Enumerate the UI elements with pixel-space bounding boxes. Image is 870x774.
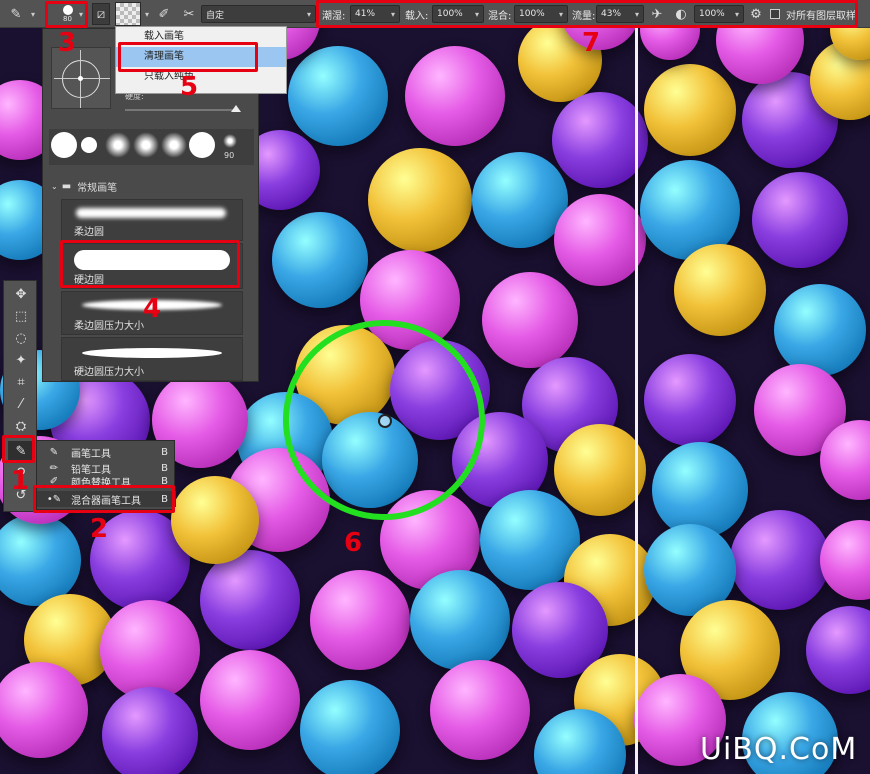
preset-tip-hard-small[interactable] [81,137,97,153]
marquee-tool-icon[interactable]: ⬚ [8,306,34,326]
candy-ball [100,600,200,700]
step-number-1: 1 [11,466,30,496]
brush-panel-toggle-icon[interactable]: ⧄ [92,3,110,25]
preset-size-label: 90 [224,151,235,160]
candy-ball [774,284,866,376]
eyedropper-tool-icon[interactable]: ⁄ [8,394,34,414]
shortcut-key: B [161,446,168,458]
brush-item-soft-round[interactable]: 柔边圆 [61,199,243,241]
preset-tip-90[interactable] [223,134,237,148]
folder-icon: ▬ [61,180,72,192]
highlight-brush-size [45,1,88,28]
mixer-brush-icon[interactable]: ✎ [4,3,28,25]
chevron-down-icon[interactable]: ▾ [31,3,35,25]
step-number-7: 7 [582,28,601,58]
candy-ball [644,64,736,156]
brush-item-hard-round-pressure[interactable]: 硬边圆压力大小 [61,337,243,381]
candy-ball [102,687,198,774]
preset-tip-hard-large[interactable] [51,132,77,158]
blend-preset-value: 自定 [206,10,225,21]
step-number-3: 3 [58,28,77,58]
candy-ball [300,680,400,774]
candy-ball [288,46,388,146]
candy-ball [554,194,646,286]
brush-icon: ✎ [49,446,59,458]
candy-ball [554,424,646,516]
candy-ball [806,606,870,694]
flyout-item-brush[interactable]: ✎ 画笔工具 B [37,444,176,460]
highlight-brush-tool [2,435,35,463]
move-tool-icon[interactable]: ✥ [8,284,34,304]
load-brush-after-stroke-icon[interactable]: ✐ [153,3,175,25]
candy-ball [652,442,748,538]
healing-tool-icon[interactable]: ⛭ [8,416,34,436]
candy-ball [368,148,472,252]
candy-ball [644,354,736,446]
hardness-slider-thumb[interactable] [231,105,241,112]
chevron-down-icon: ⌄ [51,181,58,191]
candy-ball [430,660,530,760]
flyout-item-pencil[interactable]: ✏ 铅笔工具 B [37,460,176,476]
candy-ball [272,212,368,308]
highlight-hard-round [60,240,240,288]
candy-ball [482,272,578,368]
flyout-item-label: 铅笔工具 [71,464,111,476]
candy-ball [674,244,766,336]
preset-tip-hard-2[interactable] [189,132,215,158]
hardness-slider[interactable] [125,109,235,111]
preset-tip-soft-1[interactable] [105,132,131,158]
candy-ball [0,662,88,758]
flyout-item-label: 画笔工具 [71,448,111,460]
chevron-down-icon[interactable]: ▾ [145,3,149,25]
candy-ball [310,570,410,670]
brush-item-label: 柔边圆 [74,227,104,238]
brush-cursor-icon [378,414,392,428]
step-number-5: 5 [180,72,199,102]
image-divider [635,28,638,774]
candy-ball [730,510,830,610]
watermark-text: UiBQ.CoM [700,732,858,767]
preset-tip-soft-2[interactable] [133,132,159,158]
highlight-clean-brush [118,42,258,72]
step-number-4: 4 [143,294,162,324]
candy-ball [410,570,510,670]
candy-ball [200,650,300,750]
brush-group-header[interactable]: ⌄ ▬ 常规画笔 [51,177,252,195]
candy-ball [200,550,300,650]
clean-brush-after-stroke-icon[interactable]: ✂ [178,3,200,25]
highlight-mixer-options [316,0,858,28]
step-number-2: 2 [90,514,109,544]
candy-ball [171,476,259,564]
highlight-mixer-brush [33,485,175,513]
brush-item-label: 柔边圆压力大小 [74,321,144,332]
candy-ball [405,46,505,146]
step-number-6: 6 [344,528,363,558]
crop-tool-icon[interactable]: ⌗ [8,372,34,392]
current-color-swatch[interactable] [115,2,141,26]
candy-ball [552,92,648,188]
lasso-tool-icon[interactable]: ◌ [8,328,34,348]
pencil-icon: ✏ [49,462,59,474]
brush-group-title: 常规画笔 [77,182,118,194]
shortcut-key: B [161,462,168,474]
blend-preset-select[interactable]: 自定 ▾ [201,5,316,23]
candy-ball [0,514,81,606]
candy-ball [820,520,870,600]
brush-item-label: 硬边圆压力大小 [74,367,144,378]
candy-ball [752,172,848,268]
preset-tip-soft-3[interactable] [161,132,187,158]
magic-wand-tool-icon[interactable]: ✦ [8,350,34,370]
